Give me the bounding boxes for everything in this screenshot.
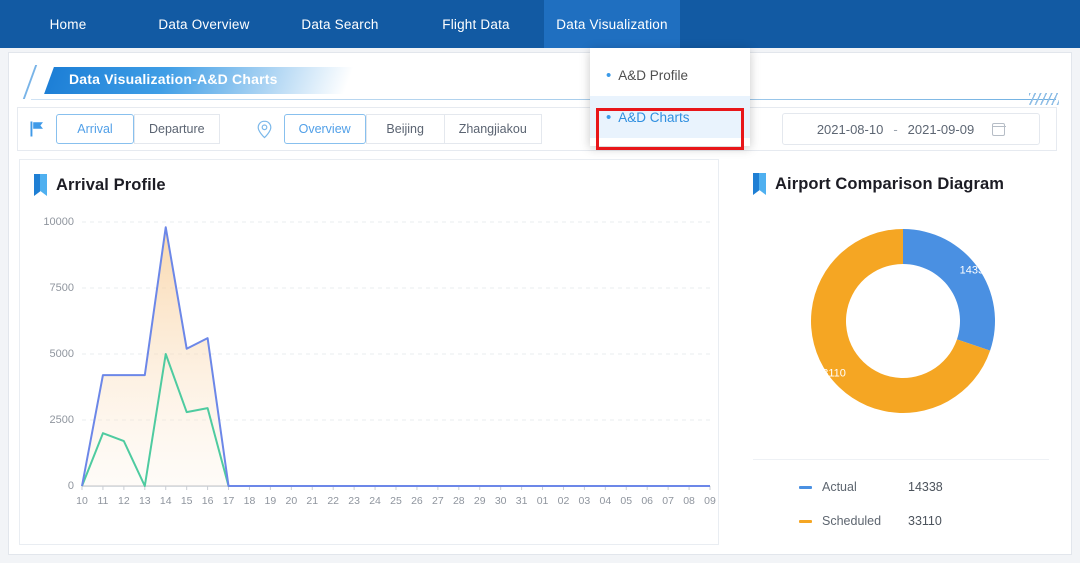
x-axis-tick: 29: [473, 495, 486, 507]
bullet-icon: •: [606, 66, 612, 84]
x-axis-tick: 05: [620, 495, 633, 507]
airport-option-overview[interactable]: Overview: [283, 114, 366, 144]
legend-swatch-scheduled: [799, 519, 812, 523]
x-axis-tick: 11: [97, 495, 109, 507]
legend-value-scheduled: 33110: [908, 514, 942, 528]
donut-chart-svg: 14338 33110: [811, 229, 995, 413]
y-axis-tick: 0: [67, 480, 74, 492]
x-axis-tick: 17: [222, 495, 235, 507]
airport-comparison-panel: Airport Comparison Diagram 14338 33110 Ac…: [739, 159, 1063, 545]
direction-option-departure[interactable]: Departure: [134, 114, 220, 144]
legend-row[interactable]: Scheduled 33110: [753, 504, 1049, 538]
content-sheet: Data Visualization-A&D Charts Arrival De…: [8, 52, 1072, 555]
x-axis-tick: 09: [704, 495, 716, 507]
dropdown-item-ad-charts[interactable]: • A&D Charts: [590, 96, 750, 138]
y-axis-tick: 5000: [49, 348, 74, 360]
airport-button-group: Overview Beijing Zhangjiakou: [283, 114, 542, 144]
app-root: Home Data Overview Data Search Flight Da…: [0, 0, 1080, 563]
ribbon-icon: [34, 174, 47, 196]
nav-item-data-visualization[interactable]: Data Visualization: [544, 0, 680, 48]
flag-icon: [18, 121, 56, 137]
x-axis-tick: 30: [494, 495, 507, 507]
x-axis-tick: 16: [201, 495, 214, 507]
dropdown-item-label: A&D Charts: [618, 109, 690, 125]
dropdown-item-ad-profile[interactable]: • A&D Profile: [590, 54, 750, 96]
arrival-profile-chart: 0 2500 5000 7500 10000 10 11 12 13 14 15 16 17 18 19 2…: [20, 204, 720, 534]
line-chart-svg: [81, 221, 711, 490]
x-axis-tick: 13: [138, 495, 151, 507]
location-pin-icon: [246, 120, 284, 139]
x-axis-tick: 28: [452, 495, 465, 507]
donut-chart: 14338 33110: [739, 203, 1063, 453]
page-title: Data Visualization-A&D Charts: [69, 71, 278, 87]
x-axis-tick: 10: [76, 495, 88, 507]
direction-button-group: Arrival Departure: [56, 114, 220, 144]
date-range-end: 2021-09-09: [907, 121, 975, 137]
date-range-separator: -: [893, 121, 898, 137]
x-axis-tick: 04: [599, 495, 612, 507]
x-axis-tick: 19: [264, 495, 277, 507]
x-axis-tick: 03: [578, 495, 591, 507]
data-visualization-dropdown: • A&D Profile • A&D Charts: [590, 48, 750, 146]
donut-slice[interactable]: [903, 229, 995, 351]
arrival-profile-title: Arrival Profile: [56, 175, 166, 194]
donut-legend: Actual 14338 Scheduled 33110: [753, 459, 1049, 539]
arrival-profile-header: Arrival Profile: [20, 160, 718, 196]
banner-divider: [31, 99, 1056, 100]
airport-comparison-title: Airport Comparison Diagram: [775, 174, 1005, 193]
x-axis-tick: 02: [557, 495, 570, 507]
legend-label-actual: Actual: [822, 480, 857, 494]
airport-comparison-header: Airport Comparison Diagram: [739, 159, 1063, 195]
x-axis-tick: 20: [285, 495, 298, 507]
bottom-strip: [0, 555, 1080, 563]
x-axis-tick: 18: [243, 495, 256, 507]
legend-label-scheduled: Scheduled: [822, 514, 882, 528]
filter-toolbar: Arrival Departure Overview Beijing Zhang…: [17, 107, 1057, 151]
banner-hatch-decoration: [1029, 93, 1059, 105]
x-axis-tick: 22: [327, 495, 340, 507]
legend-swatch-actual: [799, 485, 812, 489]
y-axis-tick: 2500: [49, 414, 74, 426]
dropdown-item-label: A&D Profile: [618, 67, 689, 83]
y-axis-tick: 10000: [43, 216, 74, 228]
ribbon-icon: [753, 173, 766, 195]
y-axis-tick: 7500: [49, 282, 74, 294]
date-range-start: 2021-08-10: [816, 121, 884, 137]
nav-item-data-search[interactable]: Data Search: [272, 0, 408, 48]
nav-item-home[interactable]: Home: [0, 0, 136, 48]
x-axis-tick: 15: [180, 495, 193, 507]
arrival-profile-panel: Arrival Profile 0 2500 5000 7500 10000 10 11 1…: [19, 159, 719, 545]
legend-row[interactable]: Actual 14338: [753, 470, 1049, 504]
legend-value-actual: 14338: [908, 480, 943, 494]
calendar-icon: [991, 122, 1006, 136]
x-axis-tick: 27: [432, 495, 444, 507]
x-axis-tick: 25: [390, 495, 402, 507]
x-axis-tick: 14: [159, 495, 172, 507]
x-axis-tick: 01: [536, 495, 549, 507]
donut-slice-value: 33110: [816, 368, 846, 380]
nav-item-data-overview[interactable]: Data Overview: [136, 0, 272, 48]
x-axis-tick: 21: [306, 495, 319, 507]
nav-item-flight-data[interactable]: Flight Data: [408, 0, 544, 48]
donut-slice-value: 14338: [960, 264, 991, 276]
date-range-picker[interactable]: 2021-08-10 - 2021-09-09: [782, 113, 1040, 145]
x-axis-tick: 23: [348, 495, 360, 507]
page-title-banner: Data Visualization-A&D Charts: [21, 63, 1061, 105]
main-navbar: Home Data Overview Data Search Flight Da…: [0, 0, 1080, 48]
direction-option-arrival[interactable]: Arrival: [56, 114, 134, 144]
x-axis-tick: 06: [641, 495, 654, 507]
bullet-icon: •: [606, 108, 612, 126]
x-axis-tick: 31: [515, 495, 528, 507]
airport-option-beijing[interactable]: Beijing: [365, 114, 444, 144]
x-axis-tick: 12: [118, 495, 130, 507]
airport-option-zhangjiakou[interactable]: Zhangjiakou: [443, 114, 542, 144]
x-axis-tick: 24: [369, 495, 381, 507]
x-axis-tick: 26: [411, 495, 423, 507]
x-axis-tick: 08: [683, 495, 695, 507]
x-axis-tick: 07: [662, 495, 674, 507]
